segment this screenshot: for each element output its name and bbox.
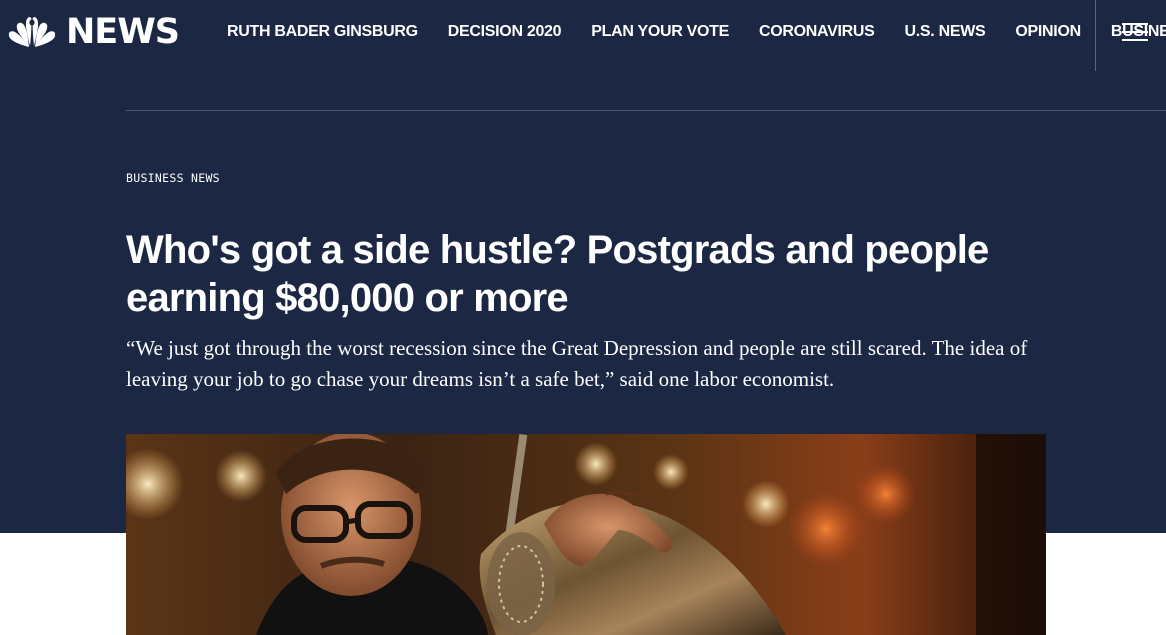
main-nav: RUTH BADER GINSBURG DECISION 2020 PLAN Y… — [227, 20, 1166, 44]
site-header: NEWS RUTH BADER GINSBURG DECISION 2020 P… — [0, 0, 1166, 71]
nav-item-ruth-bader-ginsburg[interactable]: RUTH BADER GINSBURG — [227, 20, 418, 44]
article-dek: “We just got through the worst recession… — [126, 336, 1028, 391]
logo-wordmark: NEWS — [66, 12, 180, 52]
nav-item-us-news[interactable]: U.S. NEWS — [905, 20, 986, 44]
nav-item-decision-2020[interactable]: DECISION 2020 — [448, 20, 562, 44]
section-label[interactable]: BUSINESS NEWS — [126, 170, 220, 186]
bartender-shaking-cocktail-photo — [126, 434, 1046, 635]
nav-item-plan-your-vote[interactable]: PLAN YOUR VOTE — [591, 20, 729, 44]
nbc-peacock-icon — [8, 17, 56, 47]
header-divider — [1095, 0, 1096, 71]
nav-item-coronavirus[interactable]: CORONAVIRUS — [759, 20, 875, 44]
header-rule — [126, 110, 1166, 111]
hamburger-menu-icon[interactable] — [1115, 14, 1155, 50]
nbc-news-logo[interactable]: NEWS — [7, 12, 180, 52]
article-headline: Who's got a side hustle? Postgrads and p… — [126, 228, 989, 320]
nav-item-opinion[interactable]: OPINION — [1015, 20, 1081, 44]
